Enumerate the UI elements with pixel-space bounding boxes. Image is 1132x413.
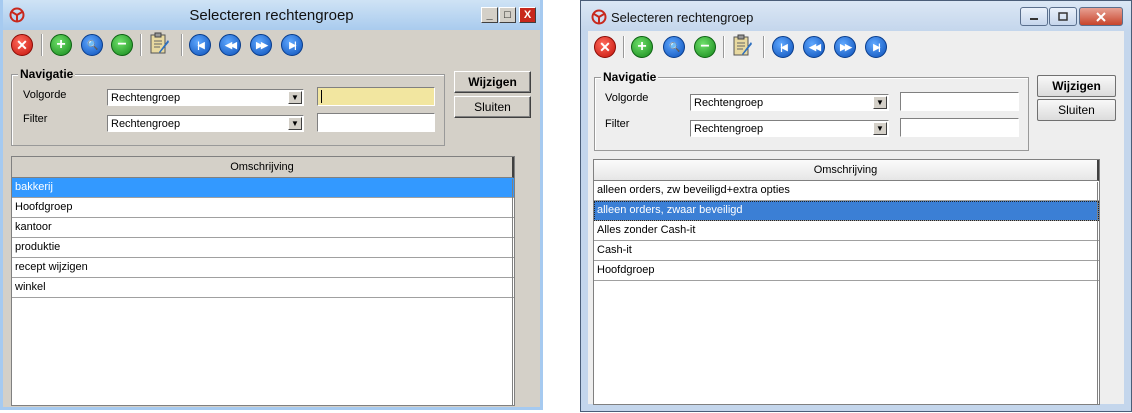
column-divider [1097, 182, 1098, 404]
toolbar-separator [623, 36, 625, 58]
toolbar-separator [140, 34, 142, 56]
volgorde-value: Rechtengroep [694, 97, 764, 109]
maximize-icon [1058, 12, 1068, 21]
table-row[interactable]: kantoor [12, 218, 514, 238]
toolbar-separator [41, 34, 43, 56]
volgorde-search-input[interactable] [900, 92, 1019, 111]
table-row[interactable]: bakkerij [12, 178, 514, 198]
chevron-down-icon[interactable]: ▼ [873, 96, 887, 109]
text-caret [321, 90, 322, 103]
filter-select[interactable]: Rechtengroep ▼ [107, 115, 304, 132]
table-row[interactable]: produktie [12, 238, 514, 258]
first-record-icon[interactable]: |◀ [189, 34, 211, 56]
title-bar[interactable]: Selecteren rechtengroep [581, 1, 1131, 31]
last-record-icon[interactable]: ▶| [281, 34, 303, 56]
delete-icon[interactable]: ✕ [11, 34, 33, 56]
group-title: Navigatie [18, 67, 76, 81]
previous-record-icon[interactable]: ◀◀ [803, 36, 825, 58]
right-window: Selecteren rechtengroep ✕ + 🔍 − |◀ ◀◀ ▶▶… [580, 0, 1132, 412]
add-icon[interactable]: + [50, 34, 72, 56]
title-bar[interactable]: Selecteren rechtengroep _ □ X [3, 0, 540, 30]
table-body: bakkerij Hoofdgroep kantoor produktie recept… [12, 178, 514, 298]
filter-label: Filter [23, 113, 48, 125]
minimize-icon [1030, 17, 1038, 20]
table-row[interactable]: Hoofdgroep [594, 261, 1099, 281]
sluiten-button[interactable]: Sluiten [454, 96, 531, 118]
add-icon[interactable]: + [631, 36, 653, 58]
chevron-down-icon[interactable]: ▼ [288, 117, 302, 130]
table-body: alleen orders, zw beveiligd+extra opties… [594, 181, 1099, 281]
filter-value: Rechtengroep [111, 118, 181, 130]
left-window: Selecteren rechtengroep _ □ X ✕ + 🔍 − |◀… [0, 0, 543, 410]
previous-record-icon[interactable]: ◀◀ [219, 34, 241, 56]
volgorde-search-input[interactable] [317, 87, 435, 106]
filter-value: Rechtengroep [694, 123, 764, 135]
client-area: ✕ + 🔍 − |◀ ◀◀ ▶▶ ▶| Navigatie Volgorde F… [3, 30, 540, 407]
next-record-icon[interactable]: ▶▶ [834, 36, 856, 58]
group-title: Navigatie [601, 70, 659, 84]
clipboard-icon[interactable] [148, 32, 170, 55]
volgorde-select[interactable]: Rechtengroep ▼ [690, 94, 889, 111]
minimize-button[interactable] [1020, 7, 1048, 26]
column-divider [512, 179, 513, 405]
wijzigen-button[interactable]: Wijzigen [1037, 75, 1116, 97]
first-record-icon[interactable]: |◀ [772, 36, 794, 58]
window-title: Selecteren rechtengroep [189, 7, 354, 24]
close-button[interactable] [1079, 7, 1123, 26]
last-record-icon[interactable]: ▶| [865, 36, 887, 58]
search-icon[interactable]: 🔍 [81, 34, 103, 56]
volgorde-value: Rechtengroep [111, 92, 181, 104]
filter-select[interactable]: Rechtengroep ▼ [690, 120, 889, 137]
close-button[interactable]: X [519, 7, 536, 23]
table-row[interactable]: Alles zonder Cash-it [594, 221, 1099, 241]
search-icon[interactable]: 🔍 [663, 36, 685, 58]
column-header-omschrijving[interactable]: Omschrijving [12, 157, 514, 178]
next-record-icon[interactable]: ▶▶ [250, 34, 272, 56]
table-row[interactable]: winkel [12, 278, 514, 298]
maximize-button[interactable]: □ [499, 7, 516, 23]
volgorde-select[interactable]: Rechtengroep ▼ [107, 89, 304, 106]
filter-search-input[interactable] [317, 113, 435, 132]
results-table[interactable]: Omschrijving bakkerij Hoofdgroep kantoor pr… [11, 156, 515, 406]
filter-search-input[interactable] [900, 118, 1019, 137]
column-header-omschrijving[interactable]: Omschrijving [594, 160, 1099, 181]
navigatie-group: Navigatie Volgorde Filter Rechtengroep ▼… [594, 70, 1029, 151]
table-row[interactable]: Hoofdgroep [12, 198, 514, 218]
sluiten-button[interactable]: Sluiten [1037, 99, 1116, 121]
client-area: ✕ + 🔍 − |◀ ◀◀ ▶▶ ▶| Navigatie Volgorde F… [581, 31, 1131, 411]
minimize-button[interactable]: _ [481, 7, 498, 23]
table-row[interactable]: alleen orders, zw beveiligd+extra opties [594, 181, 1099, 201]
results-table[interactable]: Omschrijving alleen orders, zw beveiligd… [593, 159, 1100, 405]
delete-icon[interactable]: ✕ [594, 36, 616, 58]
filter-label: Filter [605, 118, 630, 130]
toolbar-separator [181, 34, 183, 56]
chevron-down-icon[interactable]: ▼ [288, 91, 302, 104]
table-row[interactable]: Cash-it [594, 241, 1099, 261]
window-title: Selecteren rechtengroep [611, 10, 754, 25]
remove-icon[interactable]: − [111, 34, 133, 56]
navigatie-group: Navigatie Volgorde Filter Rechtengroep ▼… [11, 67, 445, 146]
wijzigen-button[interactable]: Wijzigen [454, 71, 531, 93]
remove-icon[interactable]: − [694, 36, 716, 58]
maximize-button[interactable] [1049, 7, 1077, 26]
volgorde-label: Volgorde [23, 89, 67, 101]
volgorde-label: Volgorde [605, 92, 649, 104]
close-icon [1096, 11, 1106, 22]
app-icon [591, 9, 607, 25]
toolbar-separator [723, 36, 725, 58]
table-row[interactable]: alleen orders, zwaar beveiligd [594, 201, 1099, 221]
toolbar-separator [763, 36, 765, 58]
clipboard-icon[interactable] [731, 34, 753, 57]
chevron-down-icon[interactable]: ▼ [873, 122, 887, 135]
table-row[interactable]: recept wijzigen [12, 258, 514, 278]
